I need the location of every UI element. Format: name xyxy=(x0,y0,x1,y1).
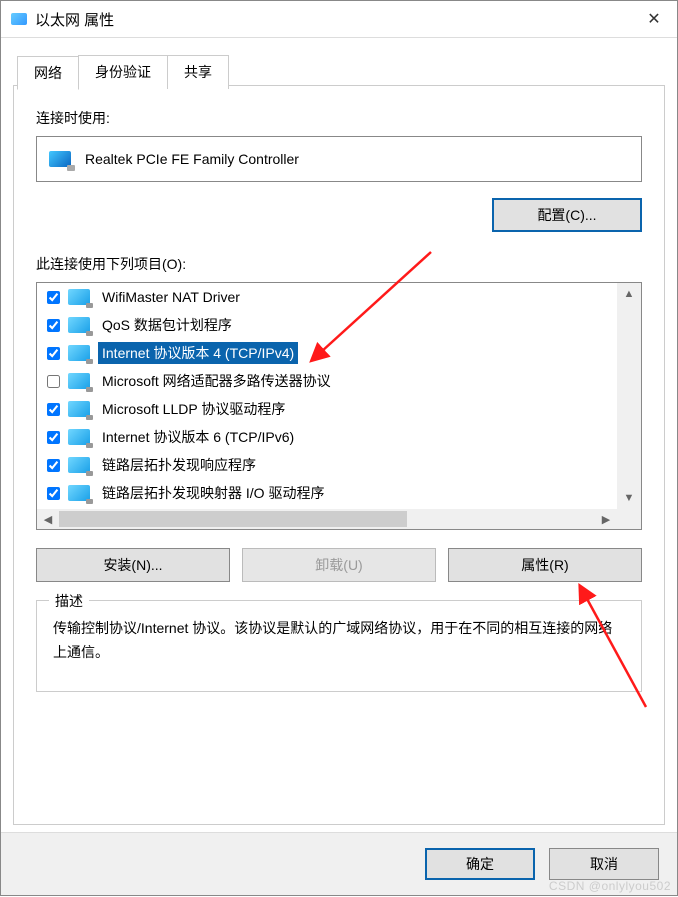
item-label: 链路层拓扑发现映射器 I/O 驱动程序 xyxy=(98,482,328,504)
horizontal-scrollbar[interactable]: ◀ ▶ xyxy=(37,509,617,529)
configure-button[interactable]: 配置(C)... xyxy=(492,198,642,232)
connect-using-label: 连接时使用: xyxy=(36,108,642,128)
vertical-scrollbar[interactable]: ▲ ▼ xyxy=(617,283,641,509)
list-item[interactable]: QoS 数据包计划程序 xyxy=(37,311,617,339)
item-label: Internet 协议版本 6 (TCP/IPv6) xyxy=(98,426,298,448)
scroll-right-icon[interactable]: ▶ xyxy=(595,509,617,529)
items-label: 此连接使用下列项目(O): xyxy=(36,254,642,274)
item-label: QoS 数据包计划程序 xyxy=(98,314,236,336)
tab-strip: 网络身份验证共享 xyxy=(17,55,228,89)
hscroll-thumb[interactable] xyxy=(59,511,407,527)
ethernet-properties-dialog: 以太网 属性 ✕ 网络身份验证共享 连接时使用: Realtek PCIe FE… xyxy=(0,0,678,896)
list-item[interactable]: Internet 协议版本 4 (TCP/IPv4) xyxy=(37,339,617,367)
list-item[interactable]: 链路层拓扑发现映射器 I/O 驱动程序 xyxy=(37,479,617,507)
list-item[interactable]: Microsoft LLDP 协议驱动程序 xyxy=(37,395,617,423)
protocol-icon xyxy=(68,345,90,361)
window-title: 以太网 属性 xyxy=(35,9,631,30)
adapter-name: Realtek PCIe FE Family Controller xyxy=(85,151,299,167)
item-checkbox[interactable] xyxy=(47,403,60,416)
ok-button[interactable]: 确定 xyxy=(425,848,535,880)
install-button[interactable]: 安装(N)... xyxy=(36,548,230,582)
protocol-icon xyxy=(68,485,90,501)
description-legend: 描述 xyxy=(49,591,89,611)
item-checkbox[interactable] xyxy=(47,375,60,388)
item-checkbox[interactable] xyxy=(47,431,60,444)
item-label: Microsoft 网络适配器多路传送器协议 xyxy=(98,370,335,392)
description-group: 描述 传输控制协议/Internet 协议。该协议是默认的广域网络协议，用于在不… xyxy=(36,600,642,692)
item-label: Internet 协议版本 4 (TCP/IPv4) xyxy=(98,342,298,364)
list-item[interactable]: WifiMaster NAT Driver xyxy=(37,283,617,311)
uninstall-button: 卸载(U) xyxy=(242,548,436,582)
item-checkbox[interactable] xyxy=(47,487,60,500)
scroll-left-icon[interactable]: ◀ xyxy=(37,509,59,529)
protocol-icon xyxy=(68,401,90,417)
adapter-box[interactable]: Realtek PCIe FE Family Controller xyxy=(36,136,642,182)
protocol-icon xyxy=(68,317,90,333)
item-label: Microsoft LLDP 协议驱动程序 xyxy=(98,398,289,420)
scroll-down-icon[interactable]: ▼ xyxy=(617,487,641,509)
list-item[interactable]: 链路层拓扑发现响应程序 xyxy=(37,451,617,479)
close-button[interactable]: ✕ xyxy=(631,1,677,37)
item-checkbox[interactable] xyxy=(47,319,60,332)
tab-共享[interactable]: 共享 xyxy=(167,55,229,89)
tab-身份验证[interactable]: 身份验证 xyxy=(78,55,168,89)
item-checkbox[interactable] xyxy=(47,347,60,360)
items-listbox[interactable]: WifiMaster NAT Driver QoS 数据包计划程序 Internet… xyxy=(36,282,642,530)
item-label: WifiMaster NAT Driver xyxy=(98,288,244,306)
client-area: 网络身份验证共享 连接时使用: Realtek PCIe FE Family C… xyxy=(1,37,677,895)
protocol-icon xyxy=(68,289,90,305)
hscroll-track[interactable] xyxy=(59,509,595,529)
tab-panel-network: 连接时使用: Realtek PCIe FE Family Controller… xyxy=(13,85,665,825)
titlebar: 以太网 属性 ✕ xyxy=(1,1,677,38)
watermark: CSDN @onlylyou502 xyxy=(549,879,671,893)
network-adapter-icon xyxy=(11,13,27,25)
scroll-corner xyxy=(617,509,641,529)
protocol-icon xyxy=(68,429,90,445)
item-checkbox[interactable] xyxy=(47,291,60,304)
description-text: 传输控制协议/Internet 协议。该协议是默认的广域网络协议，用于在不同的相… xyxy=(53,617,625,665)
protocol-icon xyxy=(68,457,90,473)
list-item[interactable]: Microsoft 网络适配器多路传送器协议 xyxy=(37,367,617,395)
scroll-up-icon[interactable]: ▲ xyxy=(617,283,641,305)
cancel-button[interactable]: 取消 xyxy=(549,848,659,880)
item-label: 链路层拓扑发现响应程序 xyxy=(98,454,260,476)
list-item[interactable]: Internet 协议版本 6 (TCP/IPv6) xyxy=(37,423,617,451)
properties-button[interactable]: 属性(R) xyxy=(448,548,642,582)
network-card-icon xyxy=(49,151,71,167)
tab-网络[interactable]: 网络 xyxy=(17,56,79,90)
protocol-icon xyxy=(68,373,90,389)
item-checkbox[interactable] xyxy=(47,459,60,472)
